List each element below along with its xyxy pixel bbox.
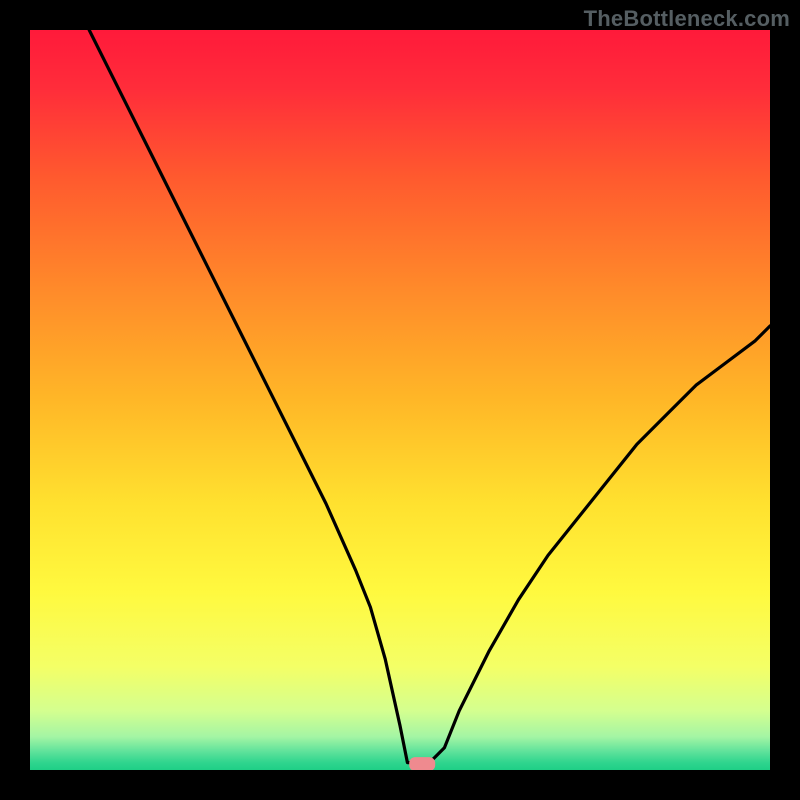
- gradient-background: [30, 30, 770, 770]
- plot-area: [30, 30, 770, 770]
- bottleneck-chart: [30, 30, 770, 770]
- chart-frame: TheBottleneck.com: [0, 0, 800, 800]
- watermark-text: TheBottleneck.com: [584, 6, 790, 32]
- optimal-marker: [409, 757, 435, 770]
